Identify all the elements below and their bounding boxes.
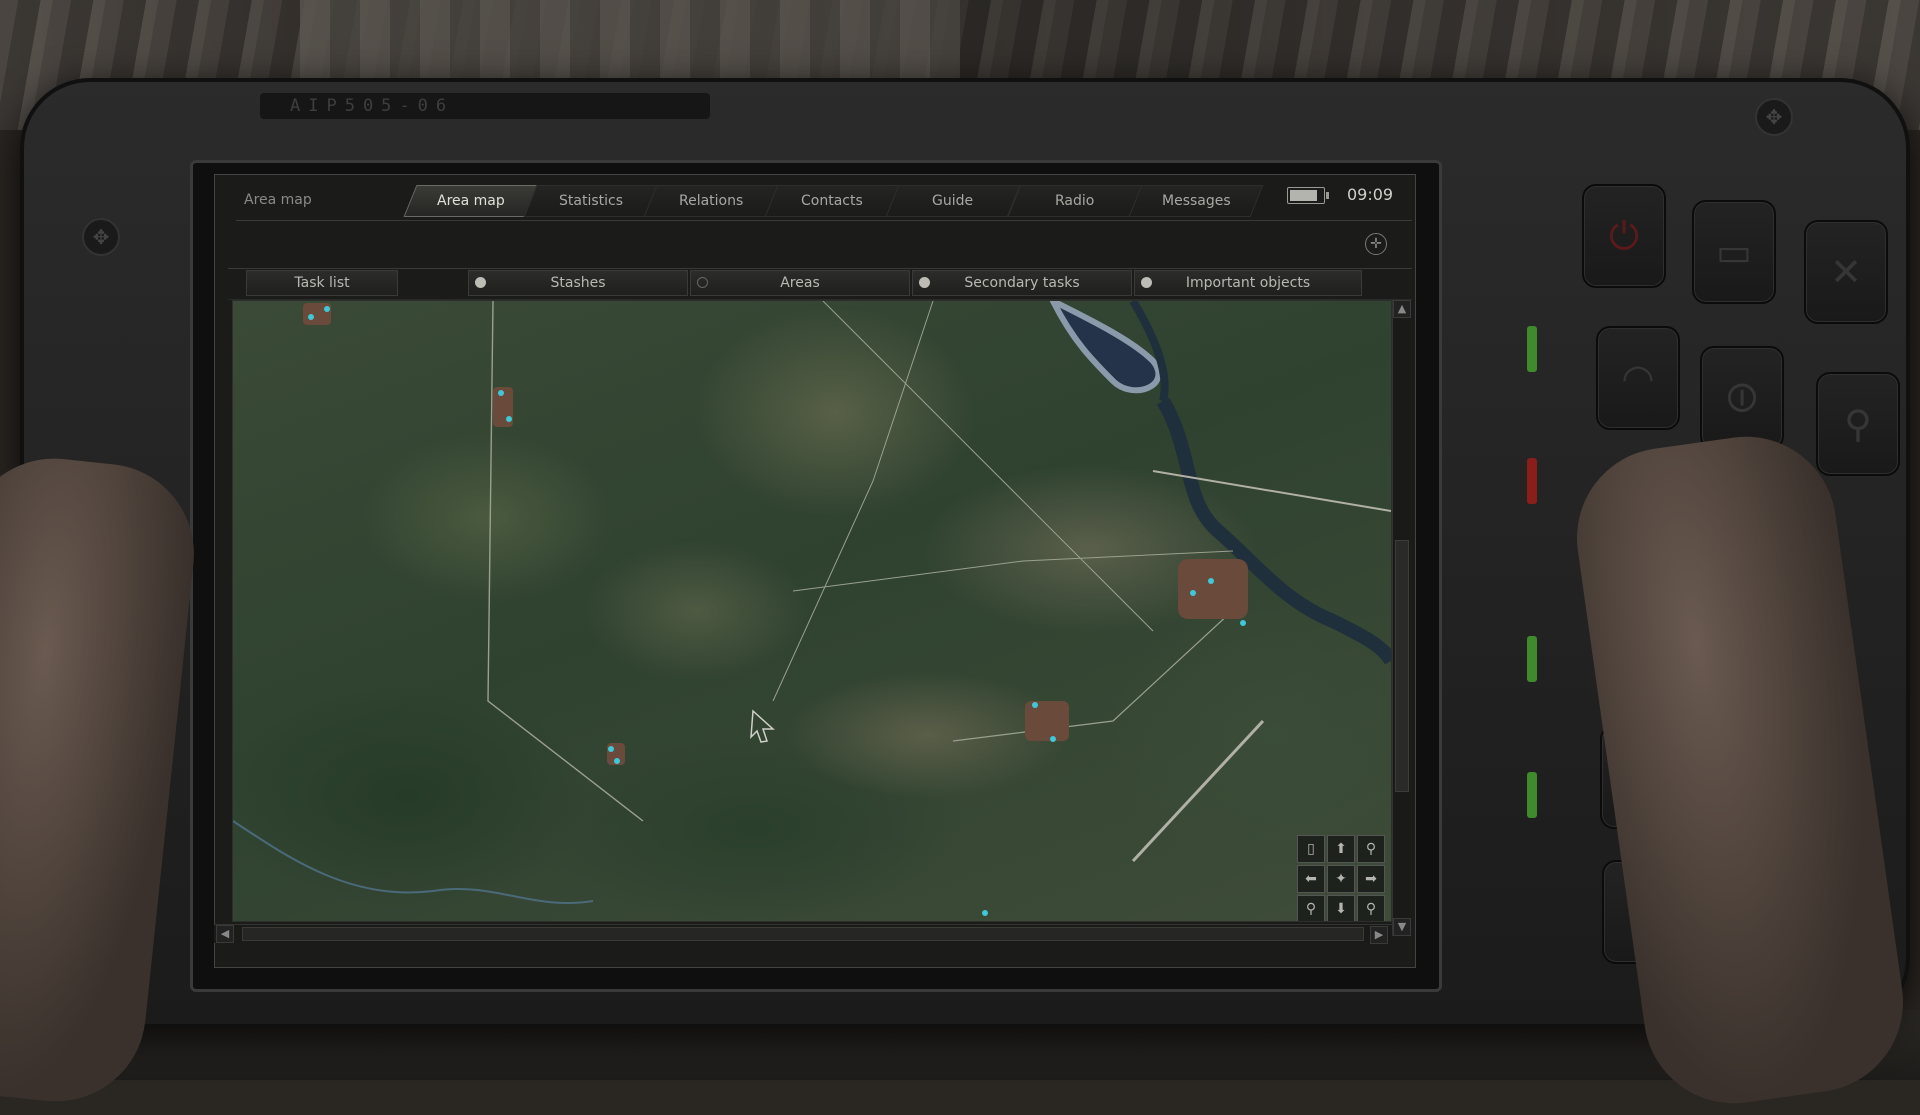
tab-label: Guide	[932, 193, 974, 209]
scroll-left-icon[interactable]: ◀	[216, 925, 234, 943]
status-led-green	[1527, 326, 1537, 372]
important-objects-label: Important objects	[1185, 275, 1311, 291]
tab-area-map[interactable]: Area map	[403, 185, 539, 217]
vertical-scroll-thumb[interactable]	[1395, 540, 1409, 792]
map-features	[233, 301, 1391, 916]
radio-off-icon	[697, 277, 708, 288]
arrow-down-icon[interactable]: ⬇	[1327, 895, 1355, 921]
road-path	[952, 600, 1244, 742]
tab-statistics[interactable]: Statistics	[523, 185, 659, 217]
road-path	[792, 550, 1234, 592]
radio-on-icon	[919, 277, 930, 288]
crosshair-icon[interactable]: ✛	[1365, 233, 1387, 255]
zoom-reset-icon[interactable]: ⚲	[1357, 895, 1385, 921]
tab-contacts[interactable]: Contacts	[764, 185, 900, 217]
clock-time: 09:09	[1347, 185, 1394, 204]
areas-toggle[interactable]: Areas	[690, 270, 910, 296]
river-path	[1156, 397, 1391, 665]
important-objects-toggle[interactable]: Important objects	[1134, 270, 1362, 296]
note-icon[interactable]: ▯	[1297, 835, 1325, 863]
scroll-down-icon[interactable]: ▼	[1393, 918, 1411, 936]
area-map-viewport[interactable]: ▯ ⬆ ⚲ ⬅ ✦ ➡ ⚲ ⬇ ⚲	[232, 300, 1392, 922]
power-hardware-button[interactable]: ⏻	[1582, 184, 1666, 288]
tab-relations[interactable]: Relations	[643, 185, 779, 217]
wooden-beam	[300, 0, 960, 90]
device-screw-icon: ✥	[1755, 98, 1793, 136]
task-list-button[interactable]: Task list	[246, 270, 398, 296]
stashes-toggle[interactable]: Stashes	[468, 270, 688, 296]
tab-label: Contacts	[801, 193, 863, 209]
status-led-red	[1527, 458, 1537, 504]
tab-radio[interactable]: Radio	[1007, 185, 1143, 217]
secondary-tasks-toggle[interactable]: Secondary tasks	[912, 270, 1132, 296]
stream-path	[233, 820, 594, 905]
status-led-green	[1527, 772, 1537, 818]
areas-label: Areas	[780, 275, 820, 291]
battery-icon	[1287, 187, 1329, 204]
arrow-left-icon[interactable]: ⬅	[1297, 865, 1325, 893]
status-led-green	[1527, 636, 1537, 682]
secondary-tasks-label: Secondary tasks	[964, 275, 1080, 291]
arrow-right-icon[interactable]: ➡	[1357, 865, 1385, 893]
tab-messages[interactable]: Messages	[1128, 185, 1264, 217]
radio-on-icon	[475, 277, 486, 288]
stash-markers	[308, 306, 1246, 916]
scroll-up-icon[interactable]: ▲	[1393, 300, 1411, 318]
tab-label: Radio	[1055, 193, 1095, 209]
figure-hardware-button[interactable]: ⚲	[1816, 372, 1900, 476]
page-title: Area map	[244, 192, 312, 208]
highway-path	[1131, 719, 1265, 863]
device-screw-icon: ✥	[82, 218, 120, 256]
tab-label: Statistics	[559, 193, 623, 209]
arrow-up-icon[interactable]: ⬆	[1327, 835, 1355, 863]
radio-on-icon	[1141, 277, 1152, 288]
close-hardware-button[interactable]: ✕	[1804, 220, 1888, 324]
scroll-right-icon[interactable]: ▶	[1370, 926, 1388, 944]
tab-label: Area map	[437, 193, 505, 209]
tab-label: Relations	[678, 193, 744, 209]
player-cursor-icon	[750, 709, 775, 743]
tab-guide[interactable]: Guide	[885, 185, 1021, 217]
zoom-out-icon[interactable]: ⚲	[1297, 895, 1325, 921]
toggle-hardware-button[interactable]: ⏼	[1700, 346, 1784, 450]
stashes-label: Stashes	[550, 275, 606, 291]
horizontal-scroll-thumb[interactable]	[242, 927, 1364, 941]
battery-level-fill	[1290, 190, 1317, 201]
screen-hardware-button[interactable]: ▭	[1692, 200, 1776, 304]
device-model-label: ΑΙΡ505-06	[260, 93, 710, 119]
signal-hardware-button[interactable]: ◠	[1596, 326, 1680, 430]
player-center-icon[interactable]: ✦	[1327, 865, 1355, 893]
tab-label: Messages	[1161, 193, 1231, 209]
zoom-in-icon[interactable]: ⚲	[1357, 835, 1385, 863]
road-path	[772, 301, 934, 702]
task-list-label: Task list	[294, 275, 350, 291]
